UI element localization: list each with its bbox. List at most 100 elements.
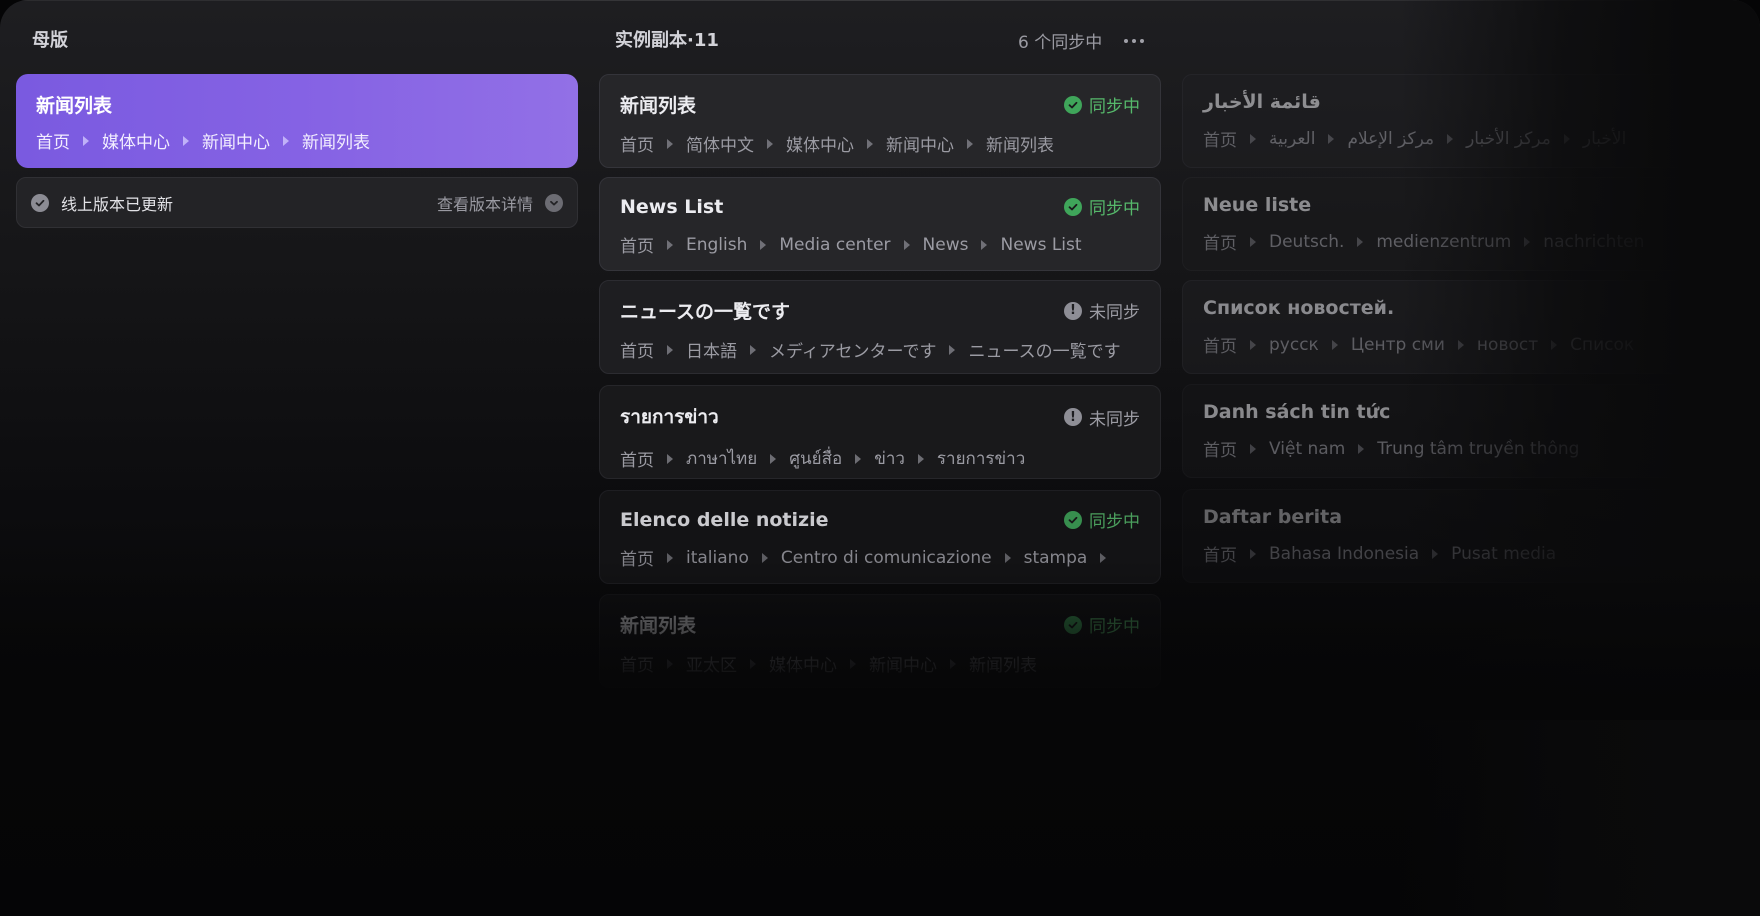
sync-status-badge: 同步中 (1064, 194, 1140, 219)
breadcrumb-item[interactable]: 亚太区 (686, 651, 737, 676)
breadcrumb-item[interactable]: ニュースの一覧です (968, 337, 1120, 362)
breadcrumb-item[interactable]: 首页 (620, 131, 654, 156)
breadcrumb-item[interactable]: 首页 (1203, 126, 1237, 151)
breadcrumb-item[interactable]: 日本語 (686, 337, 737, 362)
more-options-icon[interactable] (1124, 38, 1145, 43)
breadcrumb-item[interactable]: новост (1477, 335, 1538, 355)
master-card[interactable]: 新闻列表 首页 媒体中心 新闻中心 新闻列表 (16, 74, 578, 168)
breadcrumb-item[interactable]: 首页 (620, 232, 654, 257)
breadcrumb-item[interactable]: 新闻列表 (302, 128, 370, 153)
view-version-details-link[interactable]: 查看版本详情 (437, 191, 533, 215)
caret-right-icon (1250, 133, 1256, 144)
copy-card[interactable]: 新闻列表 同步中 首页 亚太区 媒体中心 新闻中心 新闻列表 (599, 594, 1161, 688)
chevron-down-icon[interactable] (545, 193, 563, 212)
status-dot-icon (1705, 299, 1723, 317)
breadcrumb-item[interactable]: ศูนย์สื่อ (789, 445, 842, 472)
check-circle-icon (1064, 197, 1082, 216)
breadcrumb-item[interactable]: 首页 (1203, 436, 1237, 461)
breadcrumb-item[interactable]: 新闻列表 (969, 651, 1037, 676)
copy-card-title: News List (620, 195, 724, 218)
copy-card[interactable]: ニュースの一覧です ! 未同步 首页 日本語 メディアセンターです ニュースの一… (599, 280, 1161, 374)
sync-status-badge (1705, 196, 1723, 214)
breadcrumb-item[interactable]: Центр сми (1351, 335, 1445, 355)
sync-status-badge: ! 未同步 (1064, 298, 1140, 323)
breadcrumb-item[interactable]: Список (1570, 335, 1634, 355)
breadcrumb-item[interactable]: 新闻中心 (886, 131, 954, 156)
copy-card-title: ニュースの一覧です (620, 301, 791, 323)
caret-right-icon (1358, 443, 1365, 454)
breadcrumb-item[interactable]: 新闻中心 (869, 651, 937, 676)
breadcrumb-item[interactable]: العربية (1269, 129, 1315, 149)
copy-breadcrumb: 首页 italiano Centro di comunicazione stam… (620, 545, 1140, 570)
breadcrumb-item[interactable]: مركز الإعلام (1347, 129, 1434, 149)
sync-status-badge: 同步中 (1064, 507, 1140, 532)
copy-breadcrumb: 首页 العربية مركز الإعلام مركز الأخبار الأ… (1203, 126, 1723, 152)
breadcrumb-item[interactable]: 媒体中心 (102, 128, 170, 153)
breadcrumb-item[interactable]: Media center (779, 235, 890, 255)
status-dot-icon (1705, 196, 1723, 214)
breadcrumb-item[interactable]: Deutsch. (1269, 232, 1344, 252)
copy-breadcrumb: 首页 亚太区 媒体中心 新闻中心 新闻列表 (620, 651, 1140, 676)
caret-right-icon (950, 658, 956, 669)
caret-right-icon (1551, 339, 1558, 350)
breadcrumb-item[interactable]: italiano (686, 548, 749, 568)
caret-right-icon (283, 135, 289, 146)
breadcrumb-item[interactable]: مركز الأخبار (1466, 129, 1551, 149)
breadcrumb-item[interactable]: 首页 (1203, 541, 1237, 566)
breadcrumb-item[interactable]: 首页 (620, 337, 654, 362)
copy-card[interactable]: 新闻列表 同步中 首页 简体中文 媒体中心 新闻中心 新闻列表 (599, 74, 1161, 168)
version-status-text: 线上版本已更新 (61, 194, 174, 214)
breadcrumb-item[interactable]: 媒体中心 (769, 651, 837, 676)
breadcrumb-item[interactable]: Việt nam (1269, 439, 1345, 459)
caret-right-icon (83, 135, 89, 146)
breadcrumb-item[interactable]: 首页 (1203, 332, 1237, 357)
breadcrumb-item[interactable]: 简体中文 (686, 131, 754, 156)
breadcrumb-item[interactable]: 首页 (620, 651, 654, 676)
breadcrumb-item[interactable]: 新闻中心 (202, 128, 270, 153)
breadcrumb-item[interactable]: English (686, 235, 747, 255)
copy-breadcrumb: 首页 简体中文 媒体中心 新闻中心 新闻列表 (620, 131, 1140, 156)
copy-card[interactable]: News List 同步中 首页 English Media center Ne… (599, 177, 1161, 271)
copy-card[interactable]: Danh sách tin tức 首页 Việt nam Trung tâm … (1182, 384, 1744, 478)
copy-card[interactable]: Elenco delle notizie 同步中 首页 italiano Cen… (599, 490, 1161, 584)
breadcrumb-item[interactable]: ภาษาไทย (686, 445, 757, 472)
breadcrumb-item[interactable]: News (923, 235, 969, 255)
caret-right-icon (949, 344, 956, 355)
app-window: 母版 新闻列表 首页 媒体中心 新闻中心 新闻列表 线上版本已更新 查看版本详情 (0, 0, 1760, 916)
copy-card[interactable]: قائمة الأخبار 首页 العربية مركز الإعلام مر… (1182, 74, 1744, 168)
breadcrumb-item[interactable]: メディアセンターです (769, 337, 936, 362)
check-circle-icon (1064, 615, 1082, 634)
breadcrumb-item[interactable]: รายการข่าว (937, 445, 1025, 472)
breadcrumb-item[interactable]: 新闻列表 (986, 131, 1054, 156)
breadcrumb-item[interactable]: Trung tâm truyền thông (1377, 439, 1579, 459)
breadcrumb-item[interactable]: Centro di comunicazione (781, 548, 992, 568)
breadcrumb-item[interactable]: الأخبار (1583, 129, 1626, 149)
breadcrumb-item[interactable]: Pusat media (1451, 544, 1556, 564)
copy-card[interactable]: รายการข่าว ! 未同步 首页 ภาษาไทย ศูนย์สื่อ ข่… (599, 385, 1161, 479)
sync-status-badge: 同步中 (1064, 612, 1140, 637)
breadcrumb-item[interactable]: stampa (1024, 548, 1088, 568)
master-section-title: 母版 (32, 30, 68, 51)
caret-right-icon (750, 658, 756, 669)
check-circle-icon (31, 193, 49, 212)
breadcrumb-item[interactable]: Bahasa Indonesia (1269, 544, 1419, 564)
copy-card-title: 新闻列表 (620, 95, 697, 117)
copy-breadcrumb: 首页 ภาษาไทย ศูนย์สื่อ ข่าว รายการข่าว (620, 445, 1140, 472)
breadcrumb-item[interactable]: ข่าว (874, 445, 905, 472)
master-card-title: 新闻列表 (36, 95, 113, 117)
copy-card[interactable]: Neue liste 首页 Deutsch. medienzentrum nac… (1182, 177, 1744, 271)
breadcrumb-item[interactable]: 首页 (1203, 229, 1237, 254)
copy-card[interactable]: Список новостей. 首页 русск Центр сми ново… (1182, 280, 1744, 374)
breadcrumb-item[interactable]: 首页 (620, 446, 654, 471)
breadcrumb-item[interactable]: 媒体中心 (786, 131, 854, 156)
copy-card[interactable]: Daftar berita 首页 Bahasa Indonesia Pusat … (1182, 489, 1744, 583)
breadcrumb-item[interactable]: nachrichten (1543, 232, 1644, 252)
breadcrumb-item[interactable]: 首页 (36, 128, 70, 153)
breadcrumb-item[interactable]: русск (1269, 335, 1319, 355)
copy-card-title: รายการข่าว (620, 406, 719, 428)
breadcrumb-item[interactable]: medienzentrum (1376, 232, 1511, 252)
breadcrumb-item[interactable]: 首页 (620, 545, 654, 570)
breadcrumb-item[interactable]: News List (1000, 235, 1081, 255)
caret-right-icon (867, 138, 873, 149)
sync-status-label: 同步中 (1089, 512, 1140, 532)
